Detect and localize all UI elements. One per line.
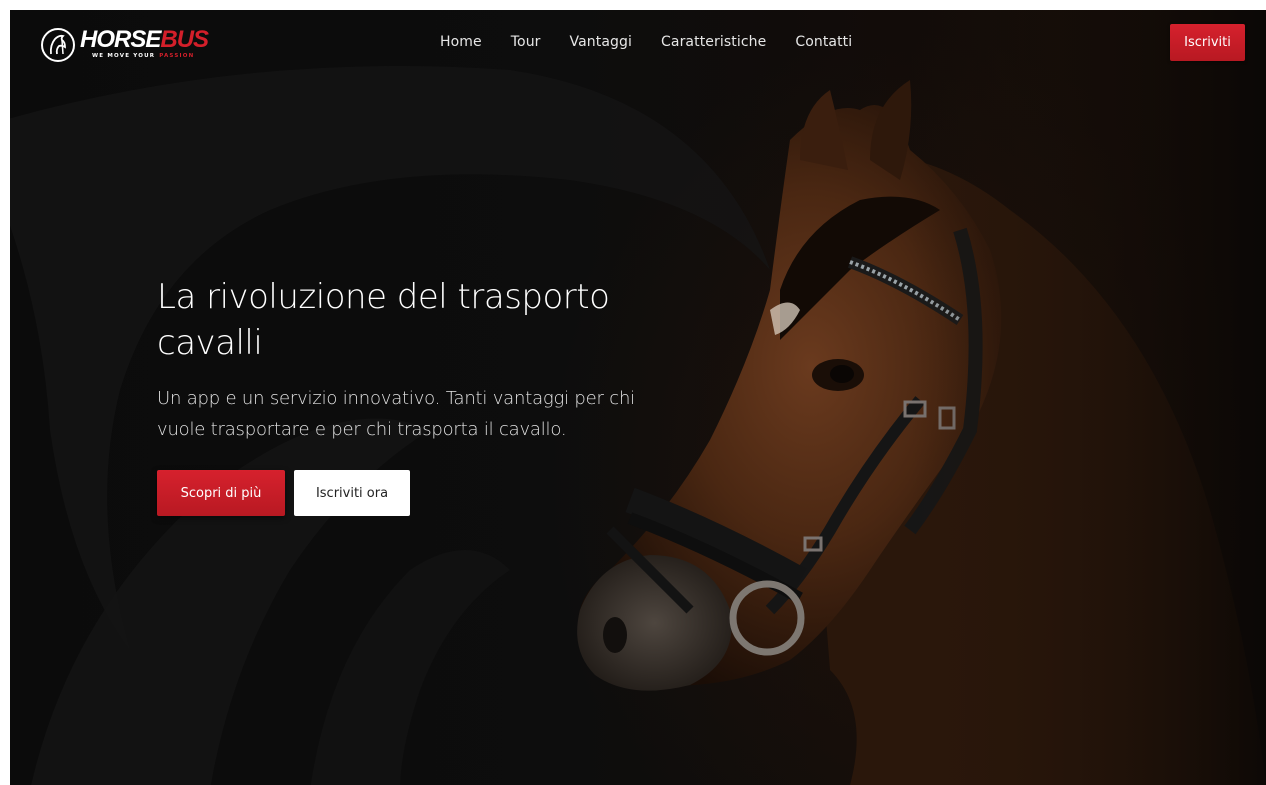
brand-name-part1: HORSE bbox=[80, 26, 161, 53]
main-menu: Home Tour Vantaggi Caratteristiche Conta… bbox=[440, 32, 881, 52]
brand-tagline-part2: PASSION bbox=[159, 53, 195, 59]
hero-headline: La rivoluzione del trasporto cavalli bbox=[157, 277, 610, 363]
signup-button[interactable]: Iscriviti bbox=[1170, 24, 1245, 61]
nav-link-caratteristiche[interactable]: Caratteristiche bbox=[661, 32, 766, 52]
hero-buttons: Scopri di più Iscriviti ora bbox=[157, 470, 410, 516]
nav-link-tour[interactable]: Tour bbox=[511, 32, 541, 52]
signup-now-button[interactable]: Iscriviti ora bbox=[294, 470, 410, 516]
learn-more-button[interactable]: Scopri di più bbox=[157, 470, 285, 516]
nav-link-vantaggi[interactable]: Vantaggi bbox=[570, 32, 632, 52]
hero-subheading: Un app e un servizio innovativo. Tanti v… bbox=[157, 388, 635, 440]
nav-link-home[interactable]: Home bbox=[440, 32, 482, 52]
top-navbar: HORSE BUS WE MOVE YOUR PASSION Home Tour… bbox=[10, 10, 1266, 76]
nav-link-contatti[interactable]: Contatti bbox=[795, 32, 852, 52]
brand-name-part2: BUS bbox=[160, 26, 209, 53]
horse-logo-icon bbox=[41, 28, 75, 62]
brand-tagline-part1: WE MOVE YOUR bbox=[92, 53, 156, 59]
page-frame: HORSE BUS WE MOVE YOUR PASSION Home Tour… bbox=[10, 10, 1266, 785]
brand-logo[interactable]: HORSE BUS WE MOVE YOUR PASSION bbox=[40, 26, 209, 63]
